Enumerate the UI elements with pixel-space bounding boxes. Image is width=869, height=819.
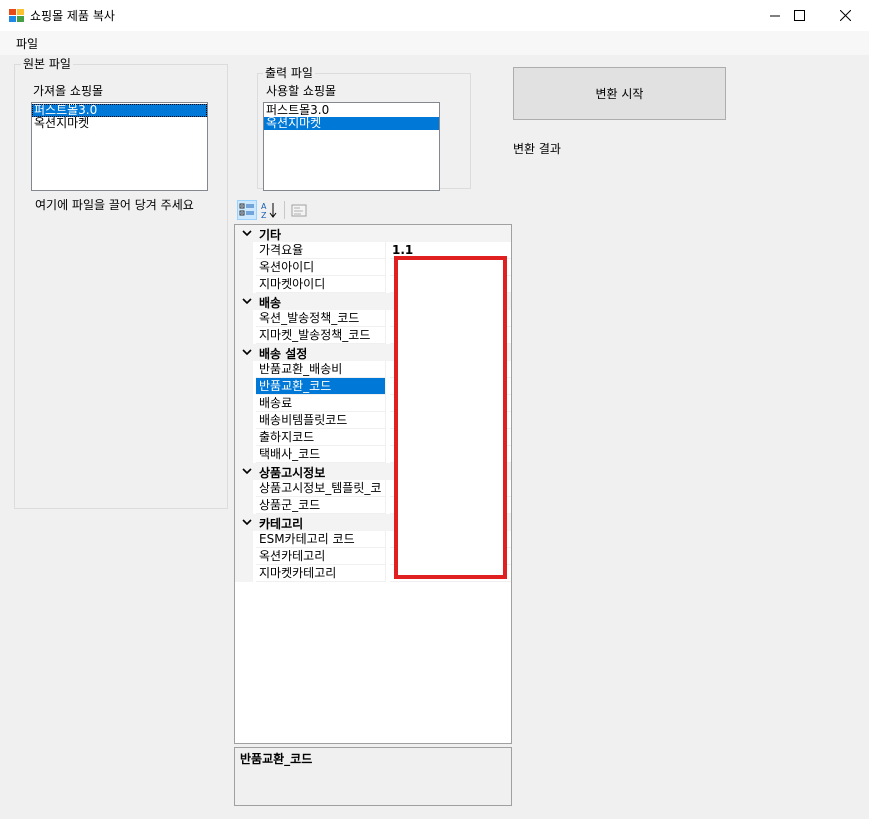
property-name[interactable]: 가격요율 <box>256 242 386 259</box>
maximize-icon <box>793 10 805 21</box>
close-button[interactable] <box>822 0 868 31</box>
output-group-title: 출력 파일 <box>263 64 315 81</box>
highlight-box <box>394 256 507 579</box>
row-gutter <box>235 395 253 412</box>
row-gutter <box>235 310 253 327</box>
drop-hint: 여기에 파일을 끌어 당겨 주세요 <box>35 198 194 212</box>
property-name[interactable]: ESM카테고리 코드 <box>256 531 386 548</box>
property-name[interactable]: 택배사_코드 <box>256 446 386 463</box>
property-name[interactable]: 출하지코드 <box>256 429 386 446</box>
source-list-item[interactable]: 옥션지마켓 <box>32 117 207 130</box>
window-title: 쇼핑몰 제품 복사 <box>30 9 115 23</box>
category-label: 기타 <box>259 228 282 242</box>
row-gutter <box>235 242 253 259</box>
property-name[interactable]: 옥션아이디 <box>256 259 386 276</box>
row-gutter <box>235 361 253 378</box>
property-name[interactable]: 상품고시정보_템플릿_코 <box>256 480 386 497</box>
row-gutter <box>235 276 253 293</box>
property-name[interactable]: 지마켓카테고리 <box>256 565 386 582</box>
property-name[interactable]: 지마켓_발송정책_코드 <box>256 327 386 344</box>
convert-result-label: 변환 결과 <box>513 142 561 156</box>
maximize-button[interactable] <box>776 0 822 31</box>
categorized-button[interactable] <box>237 200 257 220</box>
row-gutter <box>235 497 253 514</box>
property-name[interactable]: 배송료 <box>256 395 386 412</box>
menu-bar: 파일 <box>0 31 869 55</box>
row-gutter <box>235 531 253 548</box>
output-mall-list[interactable]: 퍼스트몰3.0 옥션지마켓 <box>263 102 440 191</box>
row-gutter <box>235 259 253 276</box>
property-name[interactable]: 반품교환_코드 <box>256 378 386 395</box>
row-gutter <box>235 446 253 463</box>
row-gutter <box>235 565 253 582</box>
chevron-down-icon[interactable] <box>241 465 253 477</box>
output-list-item[interactable]: 옥션지마켓 <box>264 117 439 130</box>
output-mall-label: 사용할 쇼핑몰 <box>266 84 337 98</box>
category-label: 배송 설정 <box>259 347 308 361</box>
property-pages-button[interactable] <box>289 200 309 220</box>
row-gutter <box>235 378 253 395</box>
property-name[interactable]: 상품군_코드 <box>256 497 386 514</box>
svg-text:Z: Z <box>261 211 267 219</box>
property-name[interactable]: 반품교환_배송비 <box>256 361 386 378</box>
property-name[interactable]: 지마켓아이디 <box>256 276 386 293</box>
category-label: 배송 <box>259 296 282 310</box>
property-category[interactable]: 기타 <box>235 225 511 242</box>
categorized-icon <box>239 203 254 216</box>
svg-text:A: A <box>261 202 267 211</box>
toolbar-separator <box>284 201 285 219</box>
chevron-down-icon[interactable] <box>241 227 253 239</box>
chevron-down-icon[interactable] <box>241 295 253 307</box>
convert-start-button[interactable]: 변환 시작 <box>513 67 726 120</box>
title-bar: 쇼핑몰 제품 복사 <box>0 0 869 31</box>
row-gutter <box>235 480 253 497</box>
property-name[interactable]: 옥션_발송정책_코드 <box>256 310 386 327</box>
property-help-title: 반품교환_코드 <box>240 752 313 766</box>
source-group-title: 원본 파일 <box>21 55 73 72</box>
sort-alphabetical-icon: A Z <box>261 202 277 219</box>
property-name[interactable]: 배송비템플릿코드 <box>256 412 386 429</box>
app-icon <box>9 9 24 22</box>
source-mall-list[interactable]: 퍼스트몰3.0 옥션지마켓 <box>31 102 208 191</box>
row-gutter <box>235 327 253 344</box>
chevron-down-icon[interactable] <box>241 346 253 358</box>
close-icon <box>839 10 851 21</box>
row-gutter <box>235 548 253 565</box>
row-gutter <box>235 412 253 429</box>
category-label: 상품고시정보 <box>259 466 326 480</box>
property-pages-icon <box>291 204 307 217</box>
menu-file[interactable]: 파일 <box>16 35 38 52</box>
source-mall-label: 가져올 쇼핑몰 <box>33 84 104 98</box>
property-help-panel: 반품교환_코드 <box>234 747 512 806</box>
row-gutter <box>235 429 253 446</box>
property-grid-toolbar: A Z <box>235 198 512 222</box>
chevron-down-icon[interactable] <box>241 516 253 528</box>
alphabetical-button[interactable]: A Z <box>259 200 279 220</box>
category-label: 카테고리 <box>259 517 304 531</box>
property-name[interactable]: 옥션카테고리 <box>256 548 386 565</box>
